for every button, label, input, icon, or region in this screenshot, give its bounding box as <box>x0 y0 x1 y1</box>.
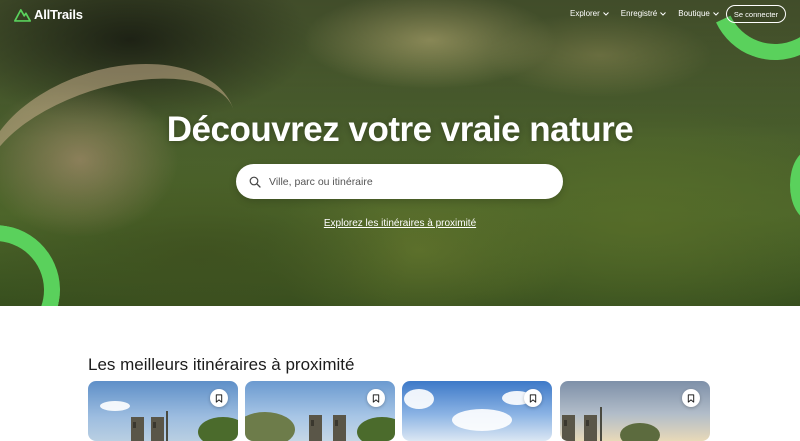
cloud-shape <box>452 409 512 431</box>
login-button[interactable]: Se connecter <box>726 5 786 23</box>
nav-item-label: Explorer <box>570 9 600 18</box>
cathedral-tower <box>131 417 144 441</box>
nav-item-label: Enregistré <box>620 9 658 18</box>
nav-item-boutique[interactable]: Boutique <box>678 9 719 18</box>
hero-title: Découvrez votre vraie nature <box>166 110 634 149</box>
mountain-logo-icon <box>14 8 31 22</box>
tree-shape <box>620 423 660 441</box>
cloud-shape <box>100 401 130 411</box>
cathedral-tower <box>562 415 575 441</box>
chevron-down-icon <box>660 11 667 16</box>
hero-banner: AllTrails Explorer Enregistré Boutique S… <box>0 0 800 306</box>
bookmark-icon <box>372 393 380 403</box>
cathedral-tower <box>309 415 322 441</box>
bookmark-icon <box>215 393 223 403</box>
search-icon <box>249 176 261 188</box>
cloud-shape <box>404 389 434 409</box>
top-navigation: AllTrails Explorer Enregistré Boutique S… <box>0 0 800 30</box>
nav-menu: Explorer Enregistré Boutique <box>570 9 719 18</box>
cathedral-tower <box>584 415 597 441</box>
alltrails-logo[interactable]: AllTrails <box>14 7 83 22</box>
cathedral-tower <box>333 415 346 441</box>
cathedral-spire <box>600 407 602 441</box>
nav-item-label: Boutique <box>678 9 710 18</box>
explore-nearby-container: Explorez les itinéraires à proximité <box>0 213 800 231</box>
bookmark-button[interactable] <box>524 389 542 407</box>
bookmark-icon <box>529 393 537 403</box>
trail-card[interactable] <box>402 381 552 441</box>
search-input[interactable] <box>269 175 549 188</box>
section-title: Les meilleurs itinéraires à proximité <box>88 355 355 374</box>
trail-card[interactable] <box>560 381 710 441</box>
bookmark-icon <box>687 393 695 403</box>
explore-nearby-link[interactable]: Explorez les itinéraires à proximité <box>324 218 476 229</box>
bookmark-button[interactable] <box>367 389 385 407</box>
logo-text: AllTrails <box>34 7 83 22</box>
bookmark-button[interactable] <box>682 389 700 407</box>
chevron-down-icon <box>602 11 609 16</box>
chevron-down-icon <box>713 11 719 16</box>
cathedral-tower <box>151 417 164 441</box>
trail-card[interactable] <box>88 381 238 441</box>
cathedral-spire <box>166 411 168 441</box>
nav-item-explorer[interactable]: Explorer <box>570 9 609 18</box>
trail-card[interactable] <box>245 381 395 441</box>
search-bar[interactable] <box>236 164 563 199</box>
bookmark-button[interactable] <box>210 389 228 407</box>
nav-item-enregistre[interactable]: Enregistré <box>620 9 667 18</box>
tree-shape <box>198 417 238 441</box>
